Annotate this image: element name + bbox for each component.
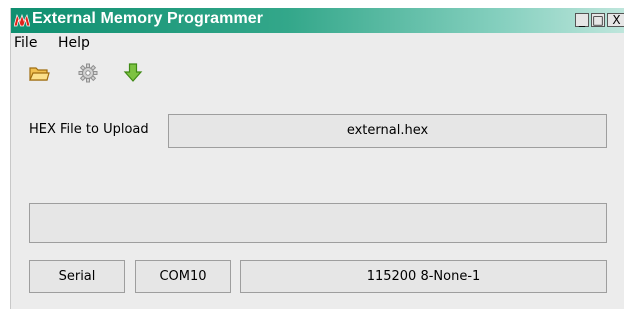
open-folder-icon[interactable] xyxy=(28,62,50,84)
window-title: External Memory Programmer xyxy=(32,10,264,27)
connection-type-field[interactable]: Serial xyxy=(29,260,125,293)
microchip-logo-icon xyxy=(14,13,30,27)
hex-file-label: HEX File to Upload xyxy=(29,122,149,137)
minimize-button[interactable]: _ xyxy=(575,13,589,27)
close-button[interactable]: X xyxy=(607,13,624,27)
menu-help[interactable]: Help xyxy=(58,35,90,51)
download-arrow-icon[interactable] xyxy=(122,62,144,84)
menu-file[interactable]: File xyxy=(14,35,37,51)
title-bar[interactable]: External Memory Programmer _ □ X xyxy=(11,8,624,33)
com-port-field[interactable]: COM10 xyxy=(135,260,231,293)
menu-bar: File Help xyxy=(11,33,624,55)
status-panel xyxy=(29,203,607,243)
app-window: External Memory Programmer _ □ X File He… xyxy=(10,8,624,309)
maximize-button[interactable]: □ xyxy=(591,13,605,27)
settings-gear-icon[interactable] xyxy=(77,62,99,84)
serial-settings-field[interactable]: 115200 8-None-1 xyxy=(240,260,607,293)
hex-file-field[interactable]: external.hex xyxy=(168,114,607,148)
